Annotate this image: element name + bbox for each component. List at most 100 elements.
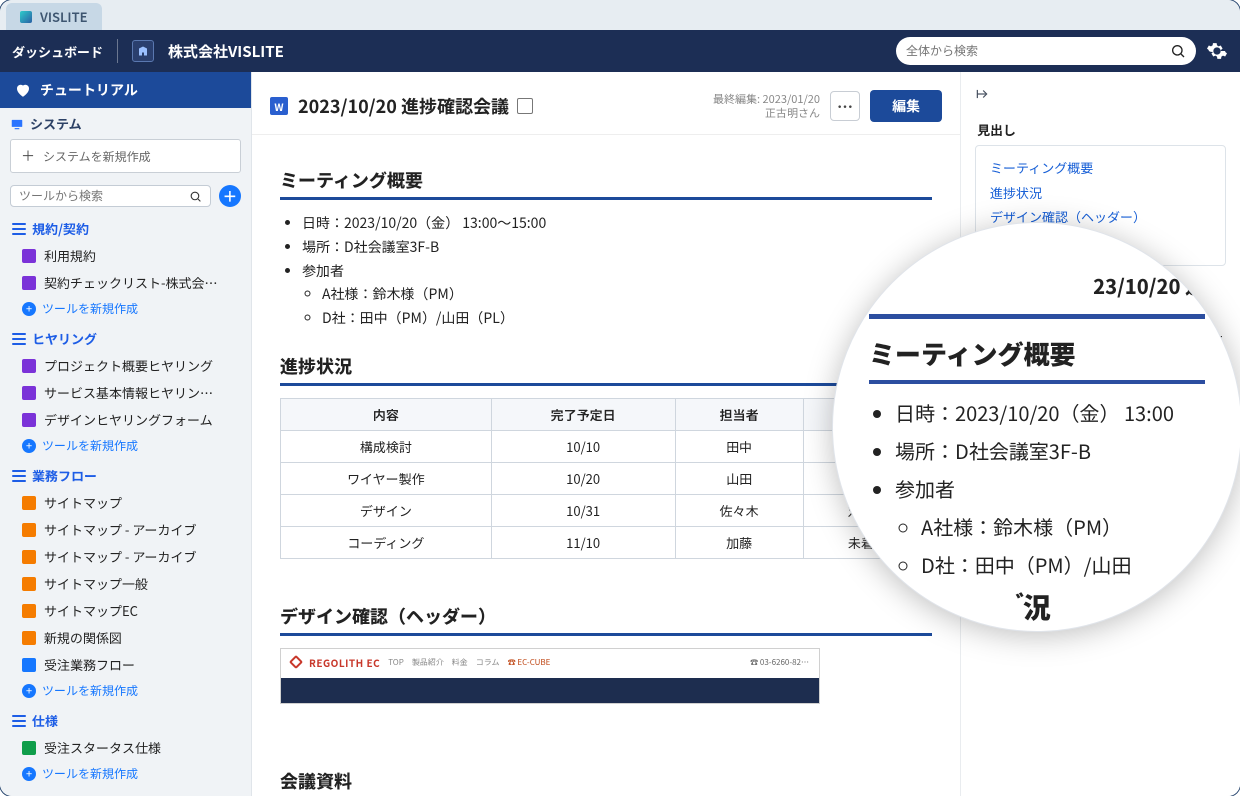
plus-icon: + <box>22 439 36 453</box>
add-tool-link[interactable]: +ツールを新規作成 <box>0 678 251 707</box>
last-edit-info: 最終編集: 2023/01/20 正古明さん <box>713 92 820 121</box>
plus-icon: ＋ <box>21 146 35 166</box>
table-cell: コーディング <box>281 526 492 558</box>
add-tool-link[interactable]: +ツールを新規作成 <box>0 433 251 462</box>
add-tool-link[interactable]: +ツールを新規作成 <box>0 761 251 790</box>
system-icon <box>10 117 24 131</box>
sidebar-search[interactable] <box>10 185 211 207</box>
sidebar-item[interactable]: 契約チェックリスト-株式会… <box>0 269 251 296</box>
plus-icon: + <box>22 302 36 316</box>
toc-link[interactable]: ミーティング概要 <box>990 156 1211 181</box>
table-cell: 佐々木 <box>675 494 803 526</box>
table-header-cell: 担当者 <box>675 398 803 430</box>
building-icon <box>132 40 154 62</box>
hamburger-icon <box>12 470 26 482</box>
sidebar-tutorial[interactable]: チュートリアル <box>0 72 251 108</box>
sidebar-item-label: 利用規約 <box>44 246 96 265</box>
table-row: コーディング11/10加藤未着手 <box>281 526 932 558</box>
hamburger-icon <box>12 715 26 727</box>
collapse-panel-button[interactable] <box>961 72 1240 116</box>
sidebar-item-label: 受注業務フロー <box>44 655 135 674</box>
doc-title: 2023/10/20 進捗確認会議 <box>298 93 509 119</box>
app-tab[interactable]: VISLITE <box>6 3 102 30</box>
design-brand-label: REGOLITH EC <box>309 655 380 670</box>
sidebar-item[interactable]: サイトマップ <box>0 489 251 516</box>
sidebar-item[interactable]: プロジェクト概要ヒヤリング <box>0 352 251 379</box>
copy-icon[interactable] <box>517 98 533 114</box>
sidebar-item[interactable]: 受注スタータス仕様 <box>0 734 251 761</box>
sidebar-group-label[interactable]: 業務フロー <box>0 462 251 489</box>
sidebar-item[interactable]: 新規の関係図 <box>0 624 251 651</box>
table-cell: 構成検討 <box>281 430 492 462</box>
sidebar-item-label: サイトマップ <box>44 493 122 512</box>
table-header-cell: 完了予定日 <box>491 398 675 430</box>
window-tab-bar: VISLITE <box>0 0 1240 30</box>
sidebar-item-label: サイトマップEC <box>44 601 138 620</box>
plus-icon: + <box>22 684 36 698</box>
sidebar-system-label: システム <box>30 114 82 133</box>
sidebar-item-label: サイトマップ一般 <box>44 574 148 593</box>
sidebar-tutorial-label: チュートリアル <box>40 80 138 100</box>
sidebar: チュートリアル システム ＋ システムを新規作成 ＋ 規約/契約利用規約契約チェ… <box>0 72 252 796</box>
mag-heading: ミーティング概要 <box>869 335 1205 384</box>
sidebar-item[interactable]: サイトマップ - アーカイブ <box>0 543 251 570</box>
sidebar-item[interactable]: 利用規約 <box>0 242 251 269</box>
sidebar-item-label: プロジェクト概要ヒヤリング <box>44 356 213 375</box>
sidebar-item[interactable]: サイトマップ - アーカイブ <box>0 516 251 543</box>
sidebar-item-label: 契約チェックリスト-株式会… <box>44 273 218 292</box>
mag-crumb: 23/10/20 進 <box>869 271 1205 300</box>
table-cell: 10/20 <box>491 462 675 494</box>
sidebar-item[interactable]: サイトマップ一般 <box>0 570 251 597</box>
plus-icon: + <box>22 767 36 781</box>
overview-item: 参加者A社様：鈴木様（PM）D社：田中（PM）/山田（PL） <box>302 260 932 331</box>
section-meeting-docs-title: 会議資料 <box>280 768 932 796</box>
sidebar-system-head: システム <box>0 108 251 139</box>
tool-type-icon <box>22 658 36 672</box>
sidebar-search-input[interactable] <box>19 189 189 203</box>
global-search-input[interactable] <box>906 44 1170 58</box>
section-progress-title: 進捗状況 <box>280 353 932 386</box>
table-cell: 11/10 <box>491 526 675 558</box>
sidebar-group-label[interactable]: ヒヤリング <box>0 325 251 352</box>
design-preview-image: REGOLITH EC TOP 製品紹介 料金 コラム ☎ EC-CUBE ☎ … <box>280 648 820 704</box>
sidebar-item-label: デザインヒヤリングフォーム <box>44 410 213 429</box>
toc-link[interactable]: 進捗状況 <box>990 181 1211 206</box>
header-bar: ダッシュボード 株式会社VISLITE <box>0 30 1240 72</box>
table-cell: 山田 <box>675 462 803 494</box>
section-overview-title: ミーティング概要 <box>280 167 932 200</box>
sidebar-group-label[interactable]: 規約/契約 <box>0 215 251 242</box>
sidebar-group-label[interactable]: 議事メモ <box>0 790 251 796</box>
expand-right-icon <box>973 87 991 101</box>
overview-subitem: A社様：鈴木様（PM） <box>322 283 932 307</box>
tool-type-icon <box>22 577 36 591</box>
toc-label: 見出し <box>961 116 1240 145</box>
sidebar-item[interactable]: サービス基本情報ヒヤリン… <box>0 379 251 406</box>
global-search[interactable] <box>896 37 1196 65</box>
table-cell: デザイン <box>281 494 492 526</box>
add-system-button[interactable]: ＋ システムを新規作成 <box>10 139 241 173</box>
magnifier-overlay: 23/10/20 進 ミーティング概要 日時：2023/10/20（金） 13:… <box>832 222 1240 632</box>
sidebar-item[interactable]: 受注業務フロー <box>0 651 251 678</box>
sidebar-item[interactable]: デザインヒヤリングフォーム <box>0 406 251 433</box>
sidebar-group-label[interactable]: 仕様 <box>0 707 251 734</box>
tool-type-icon <box>22 741 36 755</box>
add-tool-link[interactable]: +ツールを新規作成 <box>0 296 251 325</box>
table-cell: ワイヤー製作 <box>281 462 492 494</box>
tool-type-icon <box>22 276 36 290</box>
tool-type-icon <box>22 523 36 537</box>
sidebar-item[interactable]: サイトマップEC <box>0 597 251 624</box>
heart-hand-icon <box>14 81 32 99</box>
sidebar-item-label: サービス基本情報ヒヤリン… <box>44 383 213 402</box>
mag-bullets: 日時：2023/10/20（金） 13:00 場所：D社会議室3F-B 参加者 … <box>869 394 1205 584</box>
nav-dashboard[interactable]: ダッシュボード <box>12 42 103 61</box>
add-tool-circle-button[interactable]: ＋ <box>219 185 241 207</box>
table-cell: 加藤 <box>675 526 803 558</box>
settings-gear-icon[interactable] <box>1206 40 1228 62</box>
sidebar-item-label: 新規の関係図 <box>44 628 122 647</box>
tool-type-icon <box>22 550 36 564</box>
edit-button[interactable]: 編集 <box>870 90 942 122</box>
tool-type-icon <box>22 604 36 618</box>
divider <box>117 39 118 63</box>
doc-type-icon: W <box>270 97 288 115</box>
more-menu-button[interactable]: ⋯ <box>830 91 860 121</box>
